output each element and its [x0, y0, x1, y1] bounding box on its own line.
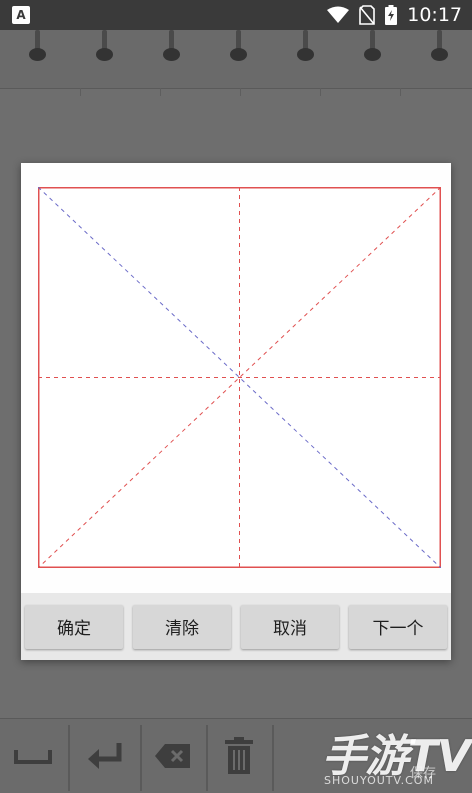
watermark: 手游TV SHOUYOUTV.COM — [318, 718, 472, 792]
no-sim-icon — [359, 5, 376, 25]
clear-button[interactable]: 清除 — [133, 604, 231, 649]
column-tick — [80, 88, 81, 96]
enter-button[interactable] — [72, 719, 138, 793]
mi-grid — [38, 187, 441, 568]
cancel-button[interactable]: 取消 — [241, 604, 339, 649]
enter-icon — [88, 743, 122, 769]
dialog-button-bar: 确定 清除 取消 下一个 — [21, 593, 451, 660]
binding-ring-icon — [429, 30, 449, 76]
toolbar-divider — [68, 725, 70, 791]
battery-charging-icon — [385, 5, 398, 25]
column-tick — [160, 88, 161, 96]
confirm-button[interactable]: 确定 — [25, 604, 123, 649]
app-notification-icon: A — [12, 6, 30, 24]
binding-ring-icon — [161, 30, 181, 76]
next-button[interactable]: 下一个 — [349, 604, 447, 649]
trash-icon — [225, 737, 253, 774]
space-button[interactable] — [0, 719, 66, 793]
wifi-icon — [327, 6, 350, 24]
backspace-icon — [155, 744, 190, 768]
toolbar-divider — [272, 725, 274, 791]
space-icon — [14, 750, 52, 764]
delete-button[interactable] — [206, 719, 272, 793]
binding-ring-icon — [228, 30, 248, 76]
backspace-button[interactable] — [140, 719, 206, 793]
handwriting-dialog: 确定 清除 取消 下一个 — [21, 163, 451, 660]
status-icons: 10:17 — [327, 4, 462, 26]
status-bar: A 10:17 — [0, 0, 472, 30]
binding-ring-icon — [295, 30, 315, 76]
binding-ring-icon — [27, 30, 47, 76]
writing-canvas[interactable] — [38, 187, 441, 568]
binding-ring-icon — [362, 30, 382, 76]
spiral-binding — [0, 30, 472, 89]
column-tick — [320, 88, 321, 96]
column-tick — [400, 88, 401, 96]
clock: 10:17 — [407, 4, 462, 26]
watermark-url: SHOUYOUTV.COM — [324, 774, 434, 787]
column-tick — [240, 88, 241, 96]
binding-ring-icon — [94, 30, 114, 76]
